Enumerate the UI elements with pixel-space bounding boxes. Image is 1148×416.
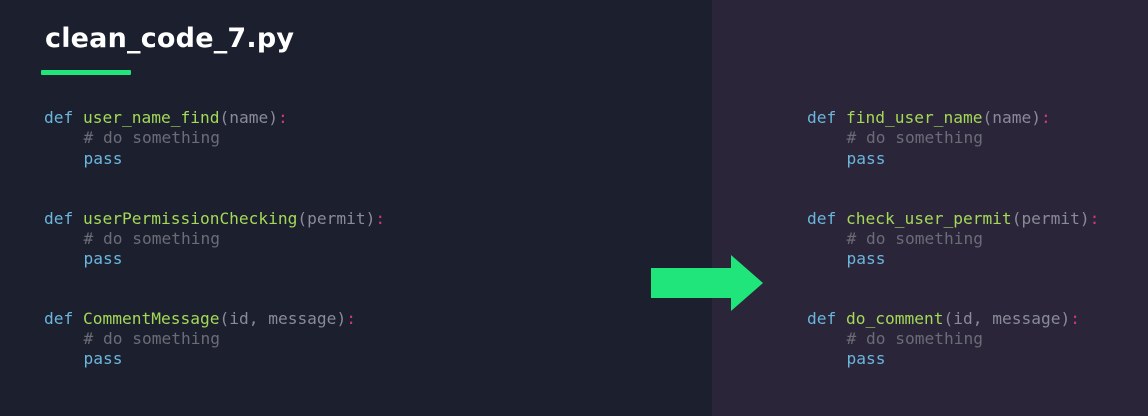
file-title: clean_code_7.py <box>45 23 295 54</box>
code-comment: # do something <box>846 228 983 248</box>
after-function-2: def check_user_permit(permit): # do somet… <box>807 209 1099 270</box>
colon: : <box>346 308 356 328</box>
colon: : <box>375 208 386 228</box>
def-keyword: def <box>44 108 74 127</box>
function-name: find_user_name <box>846 108 983 127</box>
pass-statement: pass <box>846 249 886 269</box>
close-paren: ) <box>1031 108 1041 127</box>
open-paren: ( <box>219 108 230 127</box>
open-paren: ( <box>943 308 954 328</box>
function-name: check_user_permit <box>846 208 1012 228</box>
open-paren: ( <box>982 108 993 127</box>
colon: : <box>1089 208 1100 228</box>
close-paren: ) <box>365 208 376 228</box>
param-separator: , <box>248 308 269 328</box>
open-paren: ( <box>1011 208 1022 228</box>
code-comment: # do something <box>83 128 220 148</box>
def-keyword: def <box>807 208 837 228</box>
code-comment: # do something <box>846 128 983 148</box>
def-keyword: def <box>807 308 837 328</box>
colon: : <box>277 108 288 127</box>
def-keyword: def <box>44 208 74 228</box>
code-comment: # do something <box>83 328 220 348</box>
before-function-1: def user_name_find(name): # do something p… <box>44 108 288 169</box>
def-keyword: def <box>807 108 837 127</box>
code-comment: # do something <box>83 228 220 248</box>
param: permit <box>307 208 366 228</box>
close-paren: ) <box>1079 208 1090 228</box>
function-name: CommentMessage <box>83 308 220 328</box>
def-keyword: def <box>44 308 74 328</box>
colon: : <box>1040 108 1051 127</box>
param: name <box>992 108 1032 127</box>
pass-statement: pass <box>83 349 123 369</box>
param: id <box>953 308 973 328</box>
arrow-right-icon <box>651 255 763 311</box>
slide: clean_code_7.py def user_name_find(name)… <box>0 0 1148 416</box>
open-paren: ( <box>219 308 230 328</box>
code-comment: # do something <box>846 328 983 348</box>
param-separator: , <box>972 308 993 328</box>
pass-statement: pass <box>846 349 886 369</box>
function-name: userPermissionChecking <box>83 208 298 228</box>
pass-statement: pass <box>846 148 886 168</box>
param: message <box>268 308 337 328</box>
open-paren: ( <box>297 208 308 228</box>
function-name: do_comment <box>846 308 944 328</box>
param: message <box>992 308 1061 328</box>
after-function-3: def do_comment(id, message): # do somethi… <box>807 309 1080 370</box>
pass-statement: pass <box>83 148 123 168</box>
before-function-2: def userPermissionChecking(permit): # do … <box>44 209 385 270</box>
pass-statement: pass <box>83 249 123 269</box>
title-underline <box>41 70 131 75</box>
colon: : <box>1070 308 1080 328</box>
param: permit <box>1021 208 1080 228</box>
close-paren: ) <box>336 308 347 328</box>
param: name <box>229 108 269 127</box>
before-function-3: def CommentMessage(id, message): # do som… <box>44 309 356 370</box>
param: id <box>229 308 249 328</box>
close-paren: ) <box>1060 308 1071 328</box>
function-name: user_name_find <box>83 108 220 127</box>
after-function-1: def find_user_name(name): # do something p… <box>807 108 1051 169</box>
close-paren: ) <box>268 108 278 127</box>
